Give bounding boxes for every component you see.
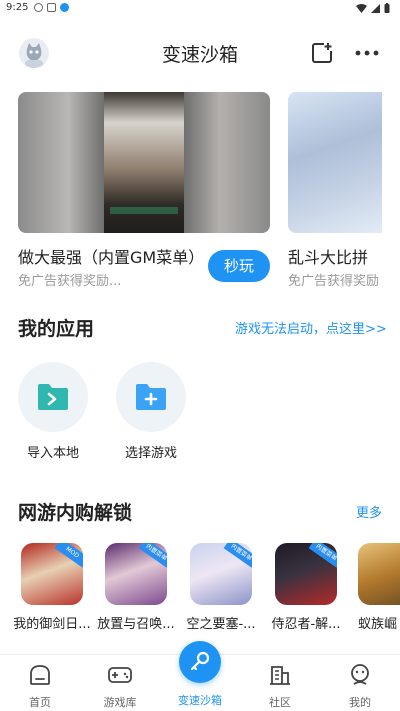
add-game-button[interactable] <box>309 40 335 66</box>
nav-community-label: 社区 <box>269 696 291 709</box>
nav-sandbox-label: 变速沙箱 <box>178 694 222 707</box>
unlock-section-title: 网游内购解锁 <box>18 502 133 524</box>
my-apps-title: 我的应用 <box>18 318 95 340</box>
signal-icon <box>371 3 380 13</box>
status-time: 9:25 <box>6 2 29 13</box>
more-dots-icon <box>355 50 379 56</box>
game-icon[interactable]: 内置菜单 <box>105 543 167 605</box>
featured-card[interactable]: 做大最强（内置GM菜单） 免广告获得奖励... 秒玩 <box>18 92 270 292</box>
featured-title: 乱斗大比拼 <box>288 248 369 267</box>
game-name: 放置与召唤... <box>97 617 175 632</box>
menu-badge: 内置菜单 <box>223 543 252 568</box>
nav-sandbox[interactable]: 变速沙箱 <box>165 692 235 708</box>
featured-card[interactable]: 乱斗大比拼 免广告获得奖励 <box>288 92 400 292</box>
featured-title: 做大最强（内置GM菜单） <box>18 248 205 267</box>
game-name: 我的御剑日... <box>13 617 91 632</box>
instant-play-button[interactable]: 秒玩 <box>208 250 270 282</box>
profile-face-icon <box>351 664 369 685</box>
nav-game-library[interactable]: 游戏库 <box>85 663 155 710</box>
shield-status-icon <box>47 3 56 12</box>
import-local-label: 导入本地 <box>26 446 79 461</box>
battery-icon <box>384 3 390 13</box>
status-indicators <box>356 3 390 13</box>
choose-game-button[interactable] <box>116 362 186 432</box>
nav-profile-label: 我的 <box>349 696 371 709</box>
game-name: 侍忍者-解... <box>271 617 341 632</box>
featured-subtitle: 免广告获得奖励 <box>288 274 380 289</box>
nav-community[interactable]: 社区 <box>245 663 315 710</box>
community-building-icon <box>270 666 290 685</box>
game-item[interactable]: 蚁族崛 <box>352 543 400 632</box>
bottom-nav: 首页 游戏库 变速沙箱 社区 我的 <box>0 641 400 711</box>
game-item[interactable]: 内置菜单 空之要塞-... <box>182 543 260 632</box>
game-icon[interactable]: 内置菜单 <box>190 543 252 605</box>
game-name: 蚁族崛 <box>358 617 398 632</box>
add-square-icon <box>312 43 332 63</box>
choose-game-label: 选择游戏 <box>124 446 177 461</box>
more-link[interactable]: 更多 <box>356 502 382 521</box>
featured-subtitle: 免广告获得奖励... <box>18 274 122 289</box>
more-menu-button[interactable] <box>354 40 380 66</box>
page-title: 变速沙箱 <box>161 44 238 66</box>
download-status-icon <box>60 3 69 12</box>
wifi-icon <box>356 3 367 13</box>
game-icon[interactable]: 内置菜单 <box>275 543 337 605</box>
notification-icon <box>34 3 43 12</box>
mod-badge: MOD <box>54 543 83 568</box>
game-name: 空之要塞-... <box>186 617 256 632</box>
nav-home[interactable]: 首页 <box>5 663 75 710</box>
game-item[interactable]: 内置菜单 侍忍者-解... <box>267 543 345 632</box>
nav-game-library-label: 游戏库 <box>103 696 137 709</box>
app-header: 变速沙箱 <box>0 28 400 76</box>
featured-banner-image[interactable] <box>288 92 382 233</box>
nav-home-label: 首页 <box>29 696 51 709</box>
import-folder-icon <box>38 384 68 410</box>
key-icon <box>190 651 210 671</box>
choose-game-tile[interactable]: 选择游戏 <box>111 362 191 461</box>
featured-banner-image[interactable] <box>18 92 270 233</box>
add-folder-icon <box>136 384 166 410</box>
status-bar: 9:25 <box>0 0 400 18</box>
game-icon[interactable] <box>358 543 400 605</box>
import-local-tile[interactable]: 导入本地 <box>13 362 93 461</box>
game-icon[interactable]: MOD <box>21 543 83 605</box>
nav-sandbox-button[interactable] <box>179 641 221 683</box>
featured-banner-strip <box>110 207 178 214</box>
home-icon <box>30 665 50 685</box>
nav-profile[interactable]: 我的 <box>325 663 395 710</box>
menu-badge: 内置菜单 <box>308 543 337 568</box>
gamepad-icon <box>108 667 132 683</box>
launch-help-link[interactable]: 游戏无法启动，点这里>> <box>235 318 387 337</box>
import-local-button[interactable] <box>18 362 88 432</box>
game-item[interactable]: 内置菜单 放置与召唤... <box>97 543 175 632</box>
featured-carousel[interactable]: 做大最强（内置GM菜单） 免广告获得奖励... 秒玩 乱斗大比拼 免广告获得奖励 <box>0 92 400 292</box>
game-item[interactable]: MOD 我的御剑日... <box>13 543 91 632</box>
menu-badge: 内置菜单 <box>138 543 167 568</box>
